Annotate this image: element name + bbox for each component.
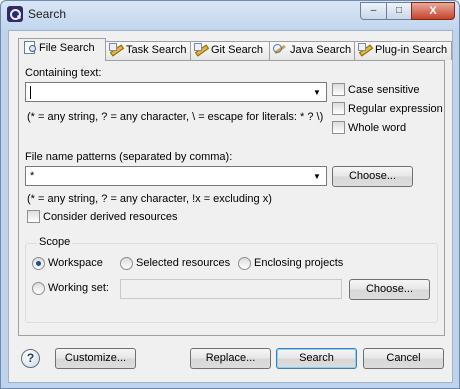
file-patterns-value: * [30,170,35,182]
selected-resources-label: Selected resources [136,257,231,269]
tab-java-search[interactable]: Java Search [269,41,355,60]
window-title: Search [28,7,67,21]
working-set-label: Working set: [48,282,109,294]
tab-label: File Search [39,42,95,54]
tab-strip: File Search Task Search Git Search Java … [18,38,453,61]
derived-resources-checkbox[interactable] [27,210,40,223]
chevron-down-icon[interactable]: ▼ [311,86,323,99]
tab-file-search[interactable]: File Search [18,38,106,61]
enclosing-projects-radio[interactable] [238,257,251,270]
containing-text-hint: (* = any string, ? = any character, \ = … [27,111,324,123]
chevron-down-icon[interactable]: ▼ [311,170,323,183]
file-search-panel: Containing text: ▼ (* = any string, ? = … [18,60,445,336]
tab-label: Java Search [290,44,352,56]
tab-label: Task Search [126,44,187,56]
derived-resources-label: Consider derived resources [43,211,178,223]
tab-task-search[interactable]: Task Search [105,41,191,60]
case-sensitive-checkbox[interactable] [332,83,345,96]
maximize-button[interactable]: □ [386,2,412,20]
file-patterns-combo[interactable]: * ▼ [25,166,327,186]
help-icon[interactable]: ? [21,349,40,368]
cancel-button[interactable]: Cancel [363,348,444,369]
customize-button[interactable]: Customize... [55,348,136,369]
text-caret [30,86,31,99]
replace-button[interactable]: Replace... [190,348,271,369]
close-button[interactable]: X [411,2,455,20]
java-search-icon [273,43,287,55]
containing-text-label: Containing text: [25,67,102,79]
whole-word-label: Whole word [348,122,407,134]
selected-resources-radio[interactable] [120,257,133,270]
tab-label: Plug-in Search [375,44,448,56]
git-search-icon [194,43,208,55]
file-patterns-hint: (* = any string, ? = any character, !x =… [27,193,272,205]
title-bar[interactable]: Search – □ X [1,1,459,29]
regular-expression-label: Regular expression [348,103,443,115]
file-search-icon [22,41,36,54]
tab-label: Git Search [211,44,263,56]
search-button[interactable]: Search [276,348,357,369]
working-set-radio[interactable] [32,282,45,295]
case-sensitive-label: Case sensitive [348,84,420,96]
search-dialog: Search – □ X File Search Task Search Git… [0,0,460,389]
task-search-icon [109,43,123,55]
choose-working-set-button[interactable]: Choose... [349,279,430,300]
regular-expression-checkbox[interactable] [332,102,345,115]
enclosing-projects-label: Enclosing projects [254,257,344,269]
whole-word-checkbox[interactable] [332,121,345,134]
containing-text-combo[interactable]: ▼ [25,82,327,102]
tab-git-search[interactable]: Git Search [190,41,270,60]
workspace-label: Workspace [48,257,103,269]
minimize-button[interactable]: – [360,2,387,20]
working-set-field [120,279,342,299]
file-patterns-label: File name patterns (separated by comma): [25,151,233,163]
plugin-search-icon [358,43,372,55]
workspace-radio[interactable] [32,257,45,270]
scope-group: Scope Workspace Selected resources Enclo… [25,236,438,323]
choose-patterns-button[interactable]: Choose... [332,166,413,187]
dialog-content: File Search Task Search Git Search Java … [8,30,453,383]
tab-plugin-search[interactable]: Plug-in Search [354,41,452,60]
search-icon [7,6,23,22]
scope-title: Scope [37,236,73,248]
